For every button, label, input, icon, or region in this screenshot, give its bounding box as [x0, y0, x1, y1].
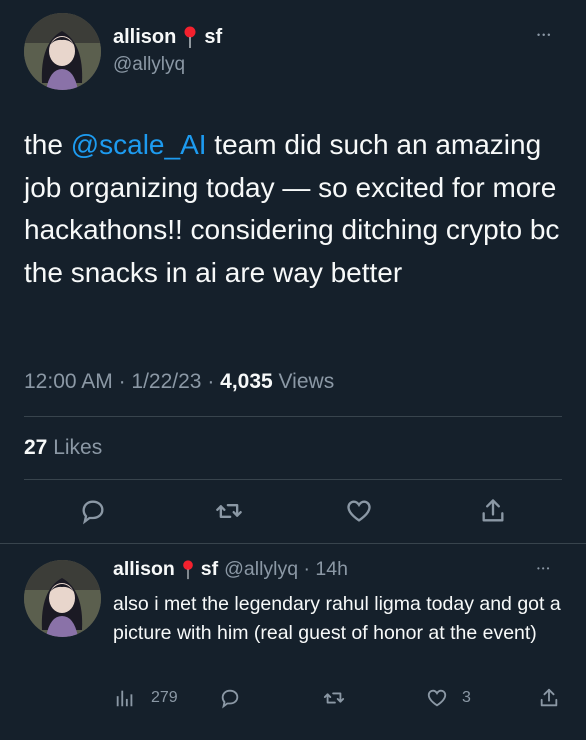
avatar-image: [24, 13, 101, 90]
more-options-icon[interactable]: •••: [537, 30, 552, 40]
author-location: sf: [204, 25, 223, 48]
avatar-image: [24, 560, 101, 637]
reply-author-name[interactable]: allison: [113, 558, 175, 581]
share-icon[interactable]: [479, 497, 507, 525]
views-count: 4,035: [220, 370, 273, 393]
tweet-time[interactable]: 12:00 AM: [24, 370, 113, 393]
reply-handle-time[interactable]: @allylyq · 14h: [224, 558, 348, 581]
views-label: Views: [272, 370, 335, 393]
divider: [24, 416, 562, 417]
likes-count: 27: [24, 436, 48, 459]
likes-label: Likes: [47, 436, 103, 459]
reply-icon[interactable]: [219, 687, 241, 709]
divider: [24, 479, 562, 480]
retweet-icon[interactable]: [323, 687, 345, 709]
meta-separator: ·: [201, 370, 221, 393]
reply-author-line: allison sf @allylyq · 14h: [113, 558, 348, 581]
reply-views-count: 279: [151, 689, 178, 706]
heart-icon[interactable]: [426, 687, 448, 709]
pin-icon: [182, 25, 198, 49]
share-icon[interactable]: [538, 687, 560, 709]
likes-stat[interactable]: 27 Likes: [24, 436, 102, 460]
avatar[interactable]: [24, 560, 101, 637]
divider: [0, 543, 586, 544]
reply-icon[interactable]: [79, 497, 107, 525]
heart-icon[interactable]: [345, 497, 373, 525]
reply-text: also i met the legendary rahul ligma tod…: [113, 593, 561, 644]
author-handle[interactable]: @allylyq: [113, 54, 185, 76]
analytics-icon[interactable]: [114, 687, 136, 709]
tweet-detail-page: allison sf @allylyq ••• the @scale_AI te…: [0, 0, 586, 740]
meta-separator: ·: [112, 370, 132, 393]
avatar[interactable]: [24, 13, 101, 90]
tweet-text-start: the: [24, 129, 71, 160]
reply-author-location: sf: [200, 558, 219, 580]
reply-likes-count: 3: [462, 689, 471, 706]
tweet-text: the @scale_AI team did such an amazing j…: [24, 124, 564, 294]
mention-link[interactable]: @scale_AI: [71, 129, 207, 160]
tweet-meta: 12:00 AM · 1/22/23 · 4,035 Views: [24, 370, 334, 394]
tweet-date[interactable]: 1/22/23: [131, 370, 201, 393]
more-options-icon[interactable]: •••: [537, 564, 551, 573]
retweet-icon[interactable]: [215, 497, 243, 525]
author-line: allison sf: [113, 25, 222, 49]
author-name[interactable]: allison: [113, 26, 176, 49]
pin-icon: [181, 559, 195, 581]
